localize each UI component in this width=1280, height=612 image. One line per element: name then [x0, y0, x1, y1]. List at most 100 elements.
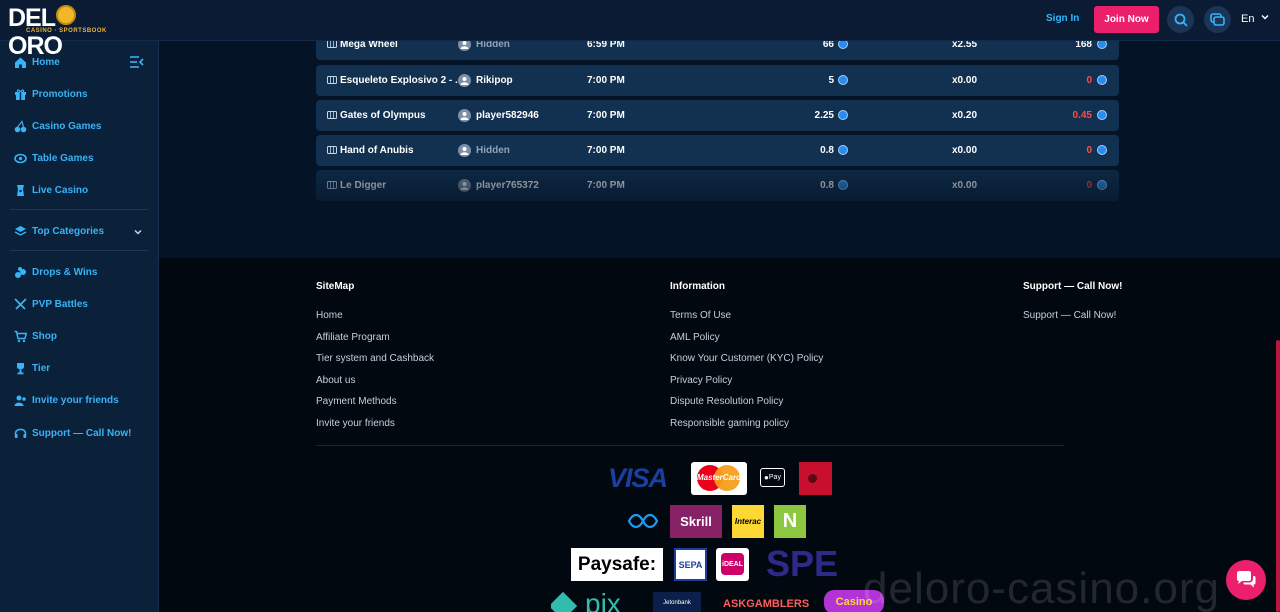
deloro-logo[interactable]: DELORO CASINO · SPORTSBOOK — [8, 4, 126, 60]
table-games-icon — [14, 153, 27, 163]
neteller-logo: N — [774, 505, 806, 538]
collapse-sidebar-icon[interactable] — [130, 56, 144, 68]
bet-amount: 2.25 — [814, 110, 834, 121]
game-icon — [327, 181, 337, 189]
player-name: Rikipop — [476, 75, 513, 86]
game-icon — [327, 146, 337, 154]
footer-link-about[interactable]: About us — [316, 375, 355, 386]
interac-logo: Interac — [732, 505, 764, 538]
footer-link-aml[interactable]: AML Policy — [670, 332, 720, 343]
footer-link-payment-methods[interactable]: Payment Methods — [316, 396, 397, 407]
game-name[interactable]: Gates of Olympus — [340, 110, 460, 121]
sidebar-item-invite-friends[interactable]: Invite your friends — [14, 392, 119, 408]
logo-right: ORO — [8, 32, 63, 60]
headset-icon — [14, 428, 27, 438]
bet-multiplier: x0.00 — [952, 145, 978, 156]
table-row[interactable]: Hand of Anubis Hidden 7:00 PM 0.8 x0.00 0 — [316, 135, 1119, 166]
table-row[interactable]: Gates of Olympus player582946 7:00 PM 2.25 x… — [316, 100, 1119, 131]
chevron-down-icon[interactable] — [1260, 12, 1270, 22]
askgamblers-logo: ASKGAMBLERS — [723, 598, 810, 610]
sidebar-item-pvp-battles[interactable]: PVP Battles — [14, 296, 88, 312]
bet-amount: 0.8 — [820, 145, 834, 156]
sidebar-item-label: Shop — [32, 330, 57, 342]
footer-divider — [316, 445, 1064, 446]
cherries-icon — [14, 119, 27, 132]
sidebar-item-label: PVP Battles — [32, 298, 88, 310]
player-name: player582946 — [476, 110, 539, 121]
join-now-button[interactable]: Join Now — [1094, 6, 1159, 33]
game-icon — [327, 111, 337, 119]
footer-link-privacy[interactable]: Privacy Policy — [670, 375, 732, 386]
table-row[interactable]: Esqueleto Explosivo 2 - ... Rikipop 7:00 P… — [316, 65, 1119, 96]
search-icon — [1174, 13, 1188, 27]
user-icon — [460, 182, 469, 190]
user-icon — [460, 147, 469, 155]
sidebar-item-table-games[interactable]: Table Games — [14, 150, 94, 166]
swords-icon — [14, 297, 27, 310]
footer-link-affiliate[interactable]: Affiliate Program — [316, 332, 390, 343]
footer-link-tier-cashback[interactable]: Tier system and Cashback — [316, 353, 434, 364]
layers-icon — [14, 225, 27, 236]
logo-subtitle: CASINO · SPORTSBOOK — [26, 28, 107, 34]
spei-logo: SPE — [766, 544, 839, 584]
bet-payout: 0 — [1086, 75, 1092, 86]
bet-time: 7:00 PM — [587, 145, 625, 156]
sidebar-item-casino-games[interactable]: Casino Games — [14, 118, 101, 134]
player-name: Hidden — [476, 145, 510, 156]
search-button[interactable] — [1167, 6, 1194, 33]
sidebar-item-support[interactable]: Support — Call Now! — [14, 425, 131, 441]
game-icon — [327, 76, 337, 84]
footer: SiteMap Home Affiliate Program Tier syst… — [159, 258, 1280, 612]
game-name[interactable]: Le Digger — [340, 180, 460, 191]
jetonbank-logo: Jetonbank — [653, 592, 701, 612]
player-avatar — [458, 144, 471, 157]
live-casino-icon — [17, 184, 24, 196]
language-selector[interactable]: En — [1241, 13, 1254, 25]
sidebar-item-promotions[interactable]: Promotions — [14, 86, 88, 102]
chat-rooms-button[interactable] — [1204, 6, 1231, 33]
skrill-logo: Skrill — [670, 505, 722, 538]
sidebar-item-tier[interactable]: Tier — [14, 360, 50, 376]
player-name: player765372 — [476, 180, 539, 191]
game-name[interactable]: Esqueleto Explosivo 2 - ... — [340, 75, 460, 86]
page-scrollbar-thumb[interactable] — [1276, 340, 1280, 612]
users-icon — [14, 395, 26, 406]
footer-link-invite-friends[interactable]: Invite your friends — [316, 418, 395, 429]
player-avatar — [458, 109, 471, 122]
sidebar-divider — [10, 250, 148, 251]
live-chat-button[interactable] — [1226, 560, 1266, 600]
site-watermark: deloro-casino.org — [863, 564, 1220, 612]
sidebar-item-label: Drops & Wins — [32, 266, 98, 278]
sidebar-item-label: Casino Games — [32, 120, 102, 132]
coin-icon — [838, 145, 848, 155]
sidebar-item-top-categories[interactable]: Top Categories — [14, 223, 104, 239]
mastercard-text: MasterCard — [696, 473, 741, 482]
bet-amount: 5 — [828, 75, 834, 86]
footer-link-responsible-gaming[interactable]: Responsible gaming policy — [670, 418, 789, 429]
bet-payout: 0 — [1086, 180, 1092, 191]
ideal-logo: iDEAL — [716, 548, 749, 581]
bet-time: 7:00 PM — [587, 180, 625, 191]
footer-link-dispute[interactable]: Dispute Resolution Policy — [670, 396, 783, 407]
footer-link-terms[interactable]: Terms Of Use — [670, 310, 731, 321]
sidebar-item-label: Invite your friends — [32, 394, 119, 406]
chevron-down-icon[interactable] — [133, 227, 143, 237]
game-name[interactable]: Hand of Anubis — [340, 145, 460, 156]
footer-link-support[interactable]: Support — Call Now! — [1023, 310, 1116, 321]
sidebar-item-live-casino[interactable]: Live Casino — [14, 182, 88, 198]
footer-link-home[interactable]: Home — [316, 310, 343, 321]
player-avatar — [458, 179, 471, 192]
coin-icon — [838, 180, 848, 190]
ideal-text: iDEAL — [721, 553, 744, 575]
sidebar-item-label: Table Games — [32, 152, 94, 164]
sidebar-item-drops-wins[interactable]: Drops & Wins — [14, 264, 97, 280]
sidebar-item-shop[interactable]: Shop — [14, 328, 57, 344]
user-icon — [460, 41, 469, 49]
sign-in-link[interactable]: Sign In — [1046, 13, 1079, 24]
table-row[interactable]: Le Digger player765372 7:00 PM 0.8 x0.00 0 — [316, 170, 1119, 201]
bet-amount: 0.8 — [820, 180, 834, 191]
apple-pay-text: Pay — [768, 474, 781, 481]
footer-link-kyc[interactable]: Know Your Customer (KYC) Policy — [670, 353, 823, 364]
chat-bubbles-icon — [1210, 12, 1225, 26]
sidebar-item-label: Live Casino — [32, 184, 89, 196]
